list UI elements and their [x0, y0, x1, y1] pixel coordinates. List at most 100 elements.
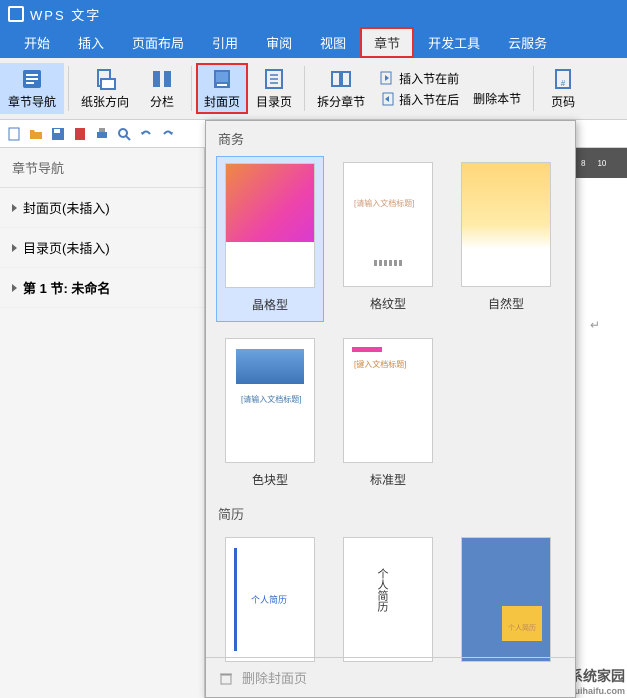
export-icon[interactable]: [72, 126, 88, 142]
template-label: 自然型: [488, 291, 524, 320]
split-button[interactable]: 拆分章节: [309, 63, 373, 114]
sidebar-item-section1[interactable]: 第 1 节: 未命名: [0, 268, 204, 308]
template-label: 格纹型: [370, 291, 406, 320]
sidebar-item-label: 第 1 节: 未命名: [23, 278, 110, 297]
columns-label: 分栏: [150, 93, 174, 110]
ruler-mark: 10: [597, 159, 606, 168]
template-thumb: [请输入文档标题]: [225, 338, 315, 463]
separator: [533, 66, 534, 111]
sidebar-item-cover[interactable]: 封面页(未插入): [0, 188, 204, 228]
tab-reference[interactable]: 引用: [198, 27, 252, 58]
expand-arrow-icon: [12, 244, 17, 252]
new-icon[interactable]: [6, 126, 22, 142]
split-label: 拆分章节: [317, 93, 365, 110]
insert-after-icon: [379, 91, 395, 107]
open-icon[interactable]: [28, 126, 44, 142]
ruler: 8 10: [575, 148, 627, 178]
print-preview-icon[interactable]: [116, 126, 132, 142]
paragraph-mark-icon: ↵: [590, 318, 600, 332]
insert-before-button[interactable]: 插入节在前: [379, 70, 459, 87]
template-thumb: 个人简历: [225, 537, 315, 662]
insert-after-label: 插入节在后: [399, 91, 459, 108]
template-resume3[interactable]: 个人简历: [452, 531, 560, 666]
pagenum-icon: #: [551, 67, 575, 91]
dropdown-footer[interactable]: 删除封面页: [206, 657, 575, 697]
sidebar-item-label: 目录页(未插入): [23, 238, 110, 257]
template-crystal[interactable]: 晶格型: [216, 156, 324, 322]
columns-button[interactable]: 分栏: [137, 63, 187, 114]
titlebar: WPS 文字: [0, 0, 627, 28]
template-thumb: [225, 163, 315, 288]
split-icon: [329, 67, 353, 91]
template-standard[interactable]: [键入文档标题] 标准型: [334, 332, 442, 496]
ruler-mark: 8: [581, 159, 585, 168]
template-resume2[interactable]: 个人简历: [334, 531, 442, 666]
ribbon: 章节导航 纸张方向 分栏 封面页 目录页 拆分章节 插入节在前 插入节在后 删除…: [0, 58, 627, 120]
toc-label: 目录页: [256, 93, 292, 110]
tab-dev[interactable]: 开发工具: [414, 27, 494, 58]
tab-section[interactable]: 章节: [360, 27, 414, 58]
ribbon-tabs: 开始 插入 页面布局 引用 审阅 视图 章节 开发工具 云服务: [0, 28, 627, 58]
app-logo-icon: [8, 6, 24, 22]
save-icon[interactable]: [50, 126, 66, 142]
tab-cloud[interactable]: 云服务: [494, 27, 561, 58]
insert-after-button[interactable]: 插入节在后: [379, 91, 459, 108]
pagenum-label: 页码: [551, 93, 575, 110]
undo-icon[interactable]: [138, 126, 154, 142]
redo-icon[interactable]: [160, 126, 176, 142]
print-icon[interactable]: [94, 126, 110, 142]
section-business-title: 商务: [206, 121, 575, 156]
orientation-label: 纸张方向: [81, 93, 129, 110]
templates-grid-business: 晶格型 [请输入文档标题] 格纹型 自然型 [请输入文档标题] 色块型 [键入文…: [206, 156, 575, 496]
expand-arrow-icon: [12, 204, 17, 212]
toc-icon: [262, 67, 286, 91]
separator: [191, 66, 192, 111]
template-label: 标准型: [370, 467, 406, 496]
orientation-icon: [93, 67, 117, 91]
delete-cover-label: 删除封面页: [242, 668, 307, 687]
insert-before-icon: [379, 70, 395, 86]
nav-icon: [20, 67, 44, 91]
expand-arrow-icon: [12, 284, 17, 292]
cover-icon: [210, 67, 234, 91]
pagenum-button[interactable]: # 页码: [538, 63, 588, 114]
template-label: 色块型: [252, 467, 288, 496]
sidebar-header: 章节导航: [0, 148, 204, 188]
section-nav-label: 章节导航: [8, 93, 56, 110]
svg-text:#: #: [561, 79, 566, 88]
tab-review[interactable]: 审阅: [252, 27, 306, 58]
delete-icon: [218, 670, 234, 686]
template-colorblock[interactable]: [请输入文档标题] 色块型: [216, 332, 324, 496]
template-grid[interactable]: [请输入文档标题] 格纹型: [334, 156, 442, 322]
sidebar-item-toc[interactable]: 目录页(未插入): [0, 228, 204, 268]
templates-grid-resume: 个人简历 个人简历 个人简历: [206, 531, 575, 666]
document-area[interactable]: ↵: [580, 178, 627, 578]
watermark-text2: 系统家园: [569, 668, 625, 684]
tab-start[interactable]: 开始: [10, 27, 64, 58]
template-label: 晶格型: [252, 292, 288, 321]
template-thumb: [461, 162, 551, 287]
cover-button[interactable]: 封面页: [196, 63, 248, 114]
tab-view[interactable]: 视图: [306, 27, 360, 58]
columns-icon: [150, 67, 174, 91]
template-resume1[interactable]: 个人简历: [216, 531, 324, 666]
tab-layout[interactable]: 页面布局: [118, 27, 198, 58]
template-nature[interactable]: 自然型: [452, 156, 560, 322]
cover-label: 封面页: [204, 93, 240, 110]
template-thumb: [请输入文档标题]: [343, 162, 433, 287]
section-nav-button[interactable]: 章节导航: [0, 63, 64, 114]
cover-dropdown-panel: 商务 晶格型 [请输入文档标题] 格纹型 自然型 [请输入文档标题] 色块型 […: [205, 120, 576, 698]
delete-label: 删除本节: [473, 90, 521, 107]
toc-button[interactable]: 目录页: [248, 63, 300, 114]
sidebar-item-label: 封面页(未插入): [23, 198, 110, 217]
insert-section-group: 插入节在前 插入节在后: [373, 66, 465, 112]
delete-section-button[interactable]: 删除本节: [465, 66, 529, 111]
template-thumb: 个人简历: [343, 537, 433, 662]
tab-insert[interactable]: 插入: [64, 27, 118, 58]
orientation-button[interactable]: 纸张方向: [73, 63, 137, 114]
separator: [304, 66, 305, 111]
template-thumb: 个人简历: [461, 537, 551, 662]
template-thumb: [键入文档标题]: [343, 338, 433, 463]
section-nav-sidebar: 章节导航 封面页(未插入) 目录页(未插入) 第 1 节: 未命名: [0, 148, 205, 698]
separator: [68, 66, 69, 111]
